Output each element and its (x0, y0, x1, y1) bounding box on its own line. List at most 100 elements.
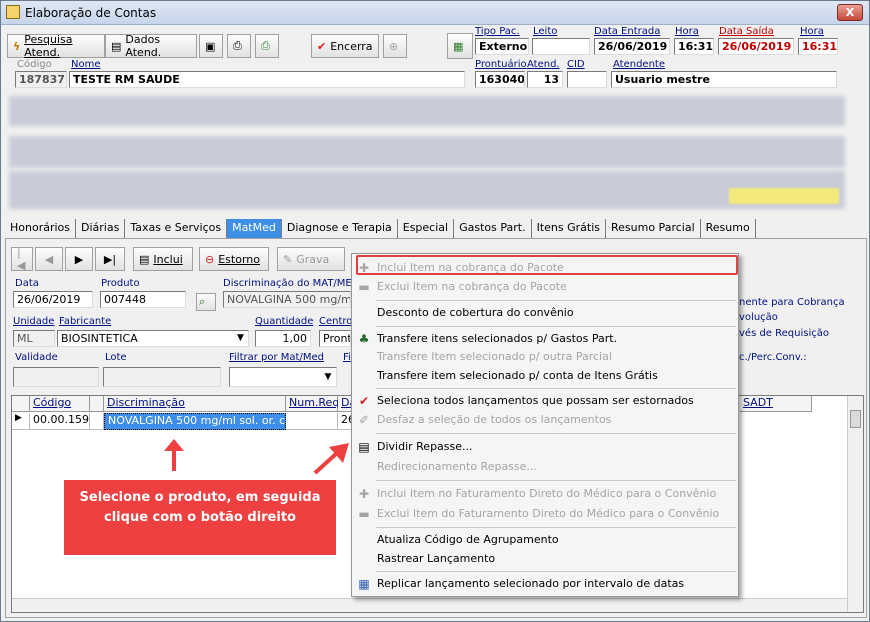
lote-field[interactable] (103, 367, 221, 387)
grid-header-codigo[interactable]: Código (30, 396, 90, 412)
window-config-button[interactable]: ▣ (199, 34, 223, 58)
produto-search-button[interactable]: ⌕ (196, 293, 216, 311)
print-button[interactable]: ⎙ (227, 34, 251, 58)
dados-atend-button[interactable]: ▤ Dados Atend. (105, 33, 197, 59)
prontuario-field[interactable]: 163040 (475, 71, 525, 88)
lote-label: Lote (105, 352, 127, 363)
row-codigo[interactable]: 00.00.1595 (30, 413, 90, 430)
data-saida-field[interactable]: 26/06/2019 (718, 38, 794, 55)
tab-resumo-parcial[interactable]: Resumo Parcial (606, 219, 701, 238)
hora-entrada-field[interactable]: 16:31 (674, 38, 714, 55)
disabled-tool-button[interactable]: ⊕ (383, 34, 407, 58)
tipo-pac-label: Tipo Pac. (475, 26, 520, 37)
tab-diarias[interactable]: Diárias (76, 219, 126, 238)
plus-icon: ✚ (358, 487, 370, 501)
quantidade-field[interactable]: 1,00 (255, 330, 311, 347)
row-blank[interactable] (90, 413, 104, 430)
menu-redirecionamento-repasse[interactable]: Redirecionamento Repasse... (352, 457, 738, 477)
window-title: Elaboração de Contas (25, 6, 157, 20)
tipo-pac-field[interactable]: Externo (475, 38, 529, 55)
scrollbar-thumb[interactable] (850, 410, 861, 428)
menu-inclui-faturamento-direto[interactable]: ✚ Inclui Item no Faturamento Direto do Mé… (352, 484, 738, 504)
save-icon: ✎ (283, 252, 293, 266)
prev-record-button[interactable]: ◀ (35, 247, 63, 271)
vertical-scrollbar[interactable] (847, 396, 863, 612)
perc-conv-label: c./Perc.Conv.: (739, 352, 807, 363)
menu-desfaz-selecao[interactable]: ✐ Desfaz a seleção de todos os lançamento… (352, 410, 738, 430)
first-record-button[interactable]: |◀ (11, 246, 33, 272)
lightning-icon: ϟ (13, 39, 21, 53)
menu-replicar-lancamento[interactable]: ▦ Replicar lançamento selecionado por int… (352, 574, 738, 594)
grid-header-discriminacao[interactable]: Discriminação (104, 396, 286, 412)
grava-button[interactable]: ✎ Grava (277, 247, 345, 271)
atendente-field[interactable]: Usuario mestre (611, 71, 837, 88)
cid-field[interactable] (567, 71, 607, 88)
tab-matmed[interactable]: MatMed (227, 219, 282, 238)
row-data[interactable]: 26 (338, 413, 352, 430)
fabricante-field[interactable]: BIOSINTETICA (57, 330, 249, 347)
menu-transfere-gastos-part[interactable]: ♣ Transfere itens selecionados p/ Gastos … (352, 329, 738, 349)
patient-type-button[interactable]: ▦ (447, 33, 473, 59)
search-icon: ⌕ (199, 295, 206, 308)
atend-field[interactable]: 13 (527, 71, 563, 88)
grid-header-data[interactable]: Da (338, 396, 356, 412)
requisicao-option-text: vés de Requisição (739, 328, 829, 339)
obscured-highlight-field (729, 188, 839, 204)
menu-separator (376, 433, 736, 434)
tab-especial[interactable]: Especial (398, 219, 455, 238)
atend-label: Atend. (527, 59, 560, 70)
hora-saida-label: Hora (800, 26, 824, 37)
menu-atualiza-agrupamento[interactable]: Atualiza Código de Agrupamento (352, 530, 738, 550)
unidade-field[interactable]: ML (13, 330, 55, 347)
horizontal-scrollbar[interactable] (12, 598, 847, 612)
atendente-label: Atendente (613, 59, 665, 70)
menu-rastrear-lancamento[interactable]: Rastrear Lançamento (352, 549, 738, 569)
codigo-field[interactable]: 187837 (15, 71, 67, 88)
row-numreq[interactable] (286, 413, 338, 430)
chevron-down-icon[interactable]: ▼ (233, 331, 248, 346)
centro-field[interactable]: Pronto (319, 330, 351, 347)
leito-field[interactable] (532, 38, 590, 55)
menu-exclui-pacote[interactable]: ▬ Exclui Item na cobrança do Pacote (352, 277, 738, 297)
close-button[interactable]: X (837, 4, 863, 21)
tab-gastos-part[interactable]: Gastos Part. (454, 219, 532, 238)
last-record-button[interactable]: ▶| (95, 247, 125, 271)
tab-resumo[interactable]: Resumo (701, 219, 756, 238)
pesquisa-atend-button[interactable]: ϟ Pesquisa Atend. (7, 33, 105, 59)
menu-seleciona-todos[interactable]: ✔ Seleciona todos lançamentos que possam … (352, 391, 738, 411)
discriminacao-field[interactable]: NOVALGINA 500 mg/ml sc (223, 291, 351, 308)
nome-field[interactable]: TESTE RM SAUDE (69, 71, 465, 88)
menu-dividir-repasse[interactable]: ▤ Dividir Repasse... (352, 437, 738, 457)
fabricante-label: Fabricante (59, 316, 112, 327)
hora-saida-field[interactable]: 16:31 (798, 38, 838, 55)
menu-separator (376, 527, 736, 528)
produto-label: Produto (101, 278, 140, 289)
arrow-diagonal-icon (313, 443, 349, 475)
tab-taxas-servicos[interactable]: Taxas e Serviços (125, 219, 228, 238)
inclui-button[interactable]: ▤ Inclui (133, 247, 193, 271)
data-field[interactable]: 26/06/2019 (13, 291, 93, 308)
encerra-button[interactable]: ✔ Encerra (311, 34, 379, 58)
filtrar-label: Filtrar por Mat/Med (229, 352, 324, 363)
menu-desconto-cobertura[interactable]: Desconto de cobertura do convênio (352, 303, 738, 323)
menu-transfere-itens-gratis[interactable]: Transfere item selecionado p/ conta de I… (352, 366, 738, 386)
grid-header-numreq[interactable]: Num.Req. (286, 396, 343, 412)
tab-itens-gratis[interactable]: Itens Grátis (532, 219, 606, 238)
menu-separator (376, 480, 736, 481)
menu-transfere-outra-parcial[interactable]: Transfere Item selecionado p/ outra Parc… (352, 347, 738, 367)
estorno-button[interactable]: ⊖ Estorno (199, 247, 269, 271)
menu-separator (376, 326, 736, 327)
tab-diagnose-terapia[interactable]: Diagnose e Terapia (282, 219, 398, 238)
next-record-button[interactable]: ▶ (65, 247, 93, 271)
tab-honorarios[interactable]: Honorários (5, 219, 77, 238)
print-preview-button[interactable]: ⎙ (255, 34, 279, 58)
produto-field[interactable]: 007448 (100, 291, 186, 308)
data-entrada-field[interactable]: 26/06/2019 (594, 38, 670, 55)
row-discriminacao-selected[interactable]: NOVALGINA 500 mg/ml sol. or. ct. fr. (104, 413, 286, 430)
validade-field[interactable] (13, 367, 99, 387)
document-icon: ▤ (111, 39, 122, 53)
grid-header-sadt[interactable]: SADT (740, 396, 812, 412)
building-icon: ▦ (453, 39, 464, 53)
menu-exclui-faturamento-direto[interactable]: ▬ Exclui Item do Faturamento Direto do Mé… (352, 504, 738, 524)
filtrar-chevron-icon[interactable]: ▼ (321, 370, 335, 384)
